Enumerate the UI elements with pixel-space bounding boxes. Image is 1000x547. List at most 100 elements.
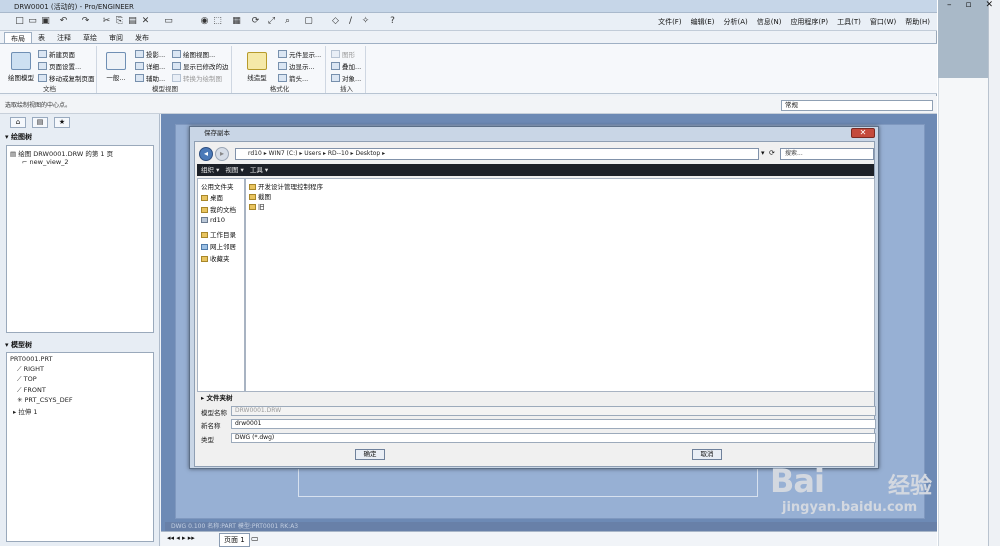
show-modified-edges-button[interactable]: 显示已修改的边 <box>172 61 229 71</box>
line-style-icon <box>247 52 267 70</box>
window-icon[interactable]: ▭ <box>163 16 174 27</box>
new-name-input[interactable]: drw0001 <box>231 419 876 429</box>
move-copy-page-button[interactable]: 移动或复制页面 <box>38 73 95 83</box>
menu-file[interactable]: 文件(F) <box>658 17 682 27</box>
datum-point-icon[interactable]: ✧ <box>360 16 371 27</box>
folder-tree-toggle[interactable]: ▸ 文件夹树 <box>197 393 874 403</box>
projection-button[interactable]: 投影... <box>135 49 165 59</box>
graphic-button[interactable]: 图形 <box>331 49 355 59</box>
address-dropdown-icon[interactable]: ▾ <box>761 149 765 157</box>
datum-plane-icon[interactable]: ◇ <box>330 16 341 27</box>
save-icon[interactable]: ▣ <box>40 16 51 27</box>
arrows-button[interactable]: 箭头... <box>278 73 308 83</box>
refresh-icon[interactable]: ⟳ <box>769 149 775 157</box>
page-nav-arrows[interactable]: ◂◂ ◂ ▸ ▸▸ <box>167 534 195 542</box>
place-common-folders[interactable]: 公用文件夹 <box>201 181 234 191</box>
minimize-icon[interactable]: – <box>947 0 952 12</box>
selection-filter-dropdown[interactable]: 常规 <box>781 100 933 111</box>
overlay-button[interactable]: 叠加... <box>331 61 361 71</box>
cancel-button[interactable]: 取消 <box>692 449 722 460</box>
new-page-button[interactable]: 新建页面 <box>38 49 75 59</box>
search-input[interactable]: 搜索... <box>780 148 874 160</box>
object-button[interactable]: 对象... <box>331 73 361 83</box>
forward-button[interactable]: ▸ <box>215 147 229 161</box>
menu-analysis[interactable]: 分析(A) <box>723 17 747 27</box>
page-tab[interactable]: 页面 1 <box>219 533 250 547</box>
menu-edit[interactable]: 编辑(E) <box>691 17 715 27</box>
menu-tools[interactable]: 工具(T) <box>837 17 861 27</box>
new-file-icon[interactable]: □ <box>14 16 25 27</box>
auxiliary-button[interactable]: 辅助... <box>135 73 165 83</box>
redo-icon[interactable]: ↷ <box>80 16 91 27</box>
copy-icon[interactable]: ⎘ <box>114 16 125 27</box>
detail-button[interactable]: 详细... <box>135 61 165 71</box>
maximize-icon[interactable]: ▫ <box>965 0 971 12</box>
place-desktop[interactable]: 桌面 <box>201 192 223 202</box>
select-box-icon[interactable]: ⬚ <box>212 16 223 27</box>
tab-annotate[interactable]: 注释 <box>51 32 77 43</box>
close-window-icon[interactable]: ✕ <box>985 0 993 12</box>
whats-this-icon[interactable]: ? <box>387 16 398 27</box>
tools-menu[interactable]: 工具 ▾ <box>250 166 268 174</box>
menu-applications[interactable]: 应用程序(P) <box>790 17 828 27</box>
view-menu[interactable]: 视图 ▾ <box>225 166 243 174</box>
binoculars-icon[interactable]: ◉ <box>199 16 210 27</box>
drawing-tree-header[interactable]: ▾ 绘图树 <box>5 132 155 143</box>
list-item[interactable]: 截图 <box>249 191 271 201</box>
tab-folder-browser[interactable]: ▤ <box>32 117 48 128</box>
undo-icon[interactable]: ↶ <box>58 16 69 27</box>
cut-icon[interactable]: ✂ <box>101 16 112 27</box>
tab-publish[interactable]: 发布 <box>129 32 155 43</box>
tab-review[interactable]: 审阅 <box>103 32 129 43</box>
drawing-model-button[interactable]: 绘图模型 <box>6 52 36 82</box>
refit-icon[interactable]: ⤢ <box>266 16 277 27</box>
tab-layout[interactable]: 布局 <box>4 32 32 43</box>
general-view-button[interactable]: 一般... <box>101 52 131 82</box>
tab-table[interactable]: 表 <box>32 32 51 43</box>
place-my-documents[interactable]: 我的文档 <box>201 204 236 214</box>
tab-model-tree-nav[interactable]: ⌂ <box>10 117 26 128</box>
back-button[interactable]: ◂ <box>199 147 213 161</box>
tree-item-csys[interactable]: ✳ PRT_CSYS_DEF <box>17 396 73 404</box>
model-tree-header[interactable]: ▾ 模型树 <box>5 340 155 351</box>
tree-item-part[interactable]: PRT0001.PRT <box>10 355 52 363</box>
zoom-icon[interactable]: ⌕ <box>282 16 293 27</box>
address-bar[interactable]: rd10 ▸ WIN7 (C:) ▸ Users ▸ RD--10 ▸ Desk… <box>235 148 759 160</box>
line-style-button[interactable]: 线造型 <box>240 52 274 82</box>
paste-icon[interactable]: ▤ <box>127 16 138 27</box>
menu-info[interactable]: 信息(N) <box>757 17 782 27</box>
tree-item-extrude[interactable]: ▸ 拉伸 1 <box>13 406 38 416</box>
list-item[interactable]: 旧 <box>249 201 265 211</box>
organize-menu[interactable]: 组织 ▾ <box>201 166 219 174</box>
place-rd10[interactable]: rd10 <box>201 216 225 224</box>
repaint-icon[interactable]: ⟳ <box>250 16 261 27</box>
add-page-icon[interactable]: ▭ <box>251 534 259 543</box>
ok-button[interactable]: 确定 <box>355 449 385 460</box>
display-style-icon[interactable]: ▢ <box>303 16 314 27</box>
dialog-close-button[interactable]: ✕ <box>851 128 875 138</box>
tree-item-right[interactable]: ⟋ RIGHT <box>17 365 44 374</box>
delete-icon[interactable]: ✕ <box>140 16 151 27</box>
component-display-button[interactable]: 元件显示... <box>278 49 321 59</box>
datum-axis-icon[interactable]: ∕ <box>345 16 356 27</box>
layer-icon[interactable]: ▦ <box>231 16 242 27</box>
menu-help[interactable]: 帮助(H) <box>905 17 930 27</box>
edge-display-button[interactable]: 边显示... <box>278 61 315 71</box>
place-network[interactable]: 网上邻居 <box>201 241 236 251</box>
model-name-field[interactable]: DRW0001.DRW <box>231 406 876 416</box>
open-file-icon[interactable]: ▭ <box>27 16 38 27</box>
place-favorites[interactable]: 收藏夹 <box>201 253 230 263</box>
page-setup-button[interactable]: 页面设置... <box>38 61 81 71</box>
tree-item-view[interactable]: ⌐ new_view_2 <box>22 158 69 166</box>
menu-window[interactable]: 窗口(W) <box>870 17 896 27</box>
convert-to-draft-button[interactable]: 转换为绘制图 <box>172 73 222 83</box>
tree-item-front[interactable]: ⟋ FRONT <box>17 386 46 395</box>
place-working-directory[interactable]: 工作目录 <box>201 229 236 239</box>
tree-item-drawing-root[interactable]: ▤ 绘图 DRW0001.DRW 的第 1 页 <box>10 148 113 158</box>
list-item[interactable]: 开发设计管理控制程序 <box>249 181 323 191</box>
tab-sketch[interactable]: 草绘 <box>77 32 103 43</box>
type-select[interactable]: DWG (*.dwg) <box>231 433 876 443</box>
drawing-view-button[interactable]: 绘图视图... <box>172 49 215 59</box>
tab-favorites[interactable]: ★ <box>54 117 70 128</box>
tree-item-top[interactable]: ⟋ TOP <box>17 375 37 384</box>
